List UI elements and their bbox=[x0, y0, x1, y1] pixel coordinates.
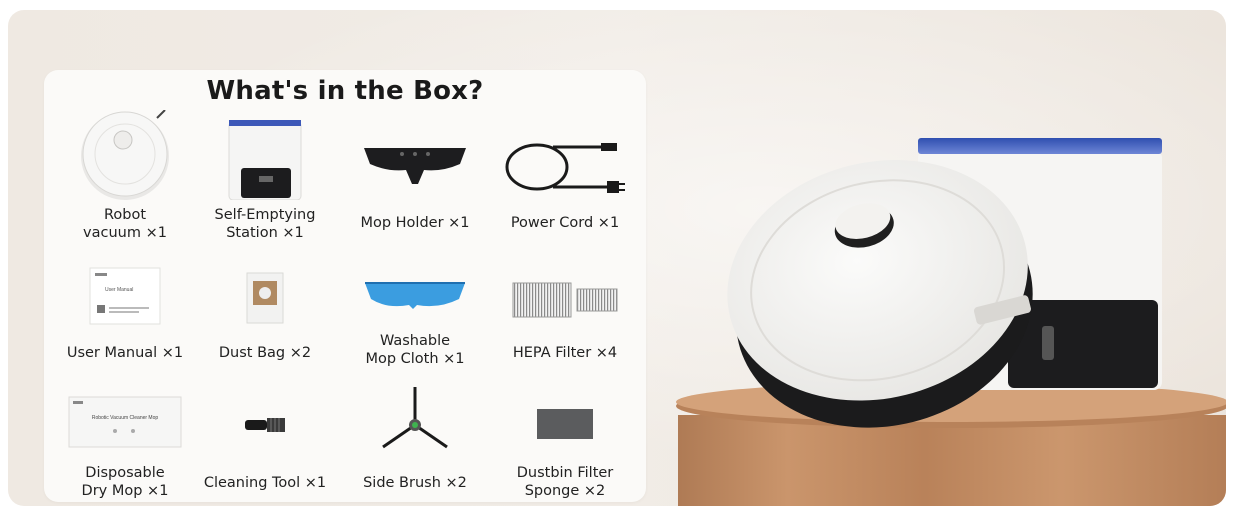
svg-text:Robotic Vacuum Cleaner Mop: Robotic Vacuum Cleaner Mop bbox=[92, 415, 159, 421]
side-brush-icon bbox=[382, 387, 448, 449]
cleaning-tool-icon bbox=[245, 418, 285, 432]
sponge-icon bbox=[537, 409, 593, 439]
item-label: Mop Holder ×1 bbox=[360, 215, 470, 231]
mop-holder-icon bbox=[364, 148, 466, 184]
item-label: Self-Emptying Station ×1 bbox=[214, 207, 316, 241]
item-label: Robot vacuum ×1 bbox=[83, 207, 167, 241]
svg-text:User Manual: User Manual bbox=[105, 287, 133, 293]
item-label: Dustbin Filter Sponge ×2 bbox=[516, 465, 614, 499]
product-banner: What's in the Box? Robot vacuum ×1 Self-… bbox=[8, 10, 1226, 506]
robot-vacuum-icon bbox=[81, 110, 169, 200]
item-label: Disposable Dry Mop ×1 bbox=[81, 465, 169, 499]
dry-mop-icon: Robotic Vacuum Cleaner Mop bbox=[68, 396, 182, 448]
item-label: Side Brush ×2 bbox=[363, 475, 467, 491]
hepa-filter-icon bbox=[512, 282, 618, 318]
user-manual-icon: User Manual bbox=[89, 267, 161, 325]
item-label: User Manual ×1 bbox=[66, 345, 184, 361]
item-label: Cleaning Tool ×1 bbox=[203, 475, 327, 491]
station-icon bbox=[228, 120, 302, 200]
item-label: HEPA Filter ×4 bbox=[512, 345, 618, 361]
whats-in-the-box-card: What's in the Box? Robot vacuum ×1 Self-… bbox=[44, 70, 646, 502]
box-title: What's in the Box? bbox=[206, 76, 484, 106]
mop-cloth-icon bbox=[365, 282, 465, 309]
power-cord-icon bbox=[505, 143, 625, 193]
dust-bag-icon bbox=[246, 272, 284, 324]
item-label: Dust Bag ×2 bbox=[218, 345, 312, 361]
item-label: Power Cord ×1 bbox=[510, 215, 620, 231]
item-label: Washable Mop Cloth ×1 bbox=[365, 333, 465, 367]
